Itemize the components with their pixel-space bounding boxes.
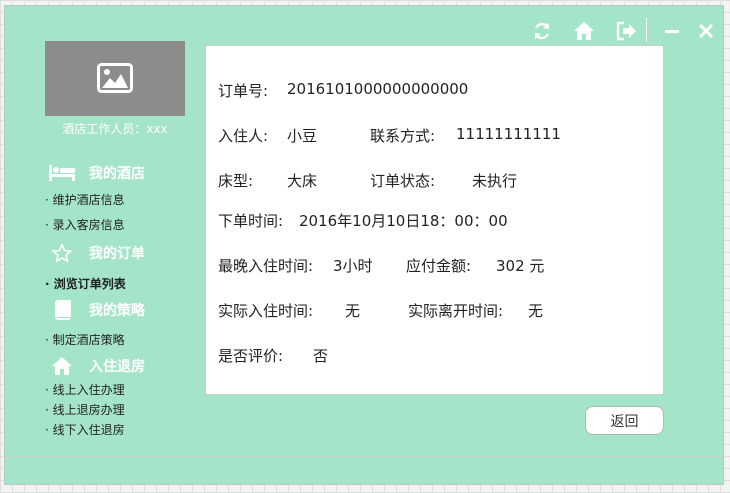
bed-type-label: 床型: <box>218 172 254 190</box>
order-status-label: 订单状态: <box>370 172 436 190</box>
amount-label: 应付金额: <box>406 257 472 275</box>
staff-label: 酒店工作人员：xxx <box>62 122 168 136</box>
bed-icon <box>49 163 75 183</box>
category-my-hotel[interactable]: 我的酒店 <box>49 163 145 183</box>
close-icon[interactable] <box>695 20 717 42</box>
latest-checkin-value: 3小时 <box>333 257 373 275</box>
image-placeholder-icon <box>97 63 133 93</box>
book-icon <box>49 300 75 320</box>
back-button[interactable]: 返回 <box>585 406 664 435</box>
menu-item-online-checkout[interactable]: · 线上退房办理 <box>45 401 125 418</box>
home-icon[interactable] <box>573 20 595 42</box>
guest-value: 小豆 <box>287 127 318 145</box>
bed-type-value: 大床 <box>287 172 318 190</box>
menu-item-browse-orders[interactable]: · 浏览订单列表 <box>45 275 126 292</box>
refresh-icon[interactable] <box>531 20 553 42</box>
category-my-strategy[interactable]: 我的策略 <box>49 300 145 320</box>
guest-label: 入住人: <box>218 127 269 145</box>
reviewed-value: 否 <box>313 347 329 365</box>
order-number-value: 2016101000000000000 <box>287 80 469 98</box>
minimize-icon[interactable] <box>661 20 683 42</box>
menu-item-enter-rooms[interactable]: · 录入客房信息 <box>45 216 125 233</box>
home-icon <box>49 356 75 376</box>
order-status-value: 未执行 <box>472 172 518 190</box>
actual-checkout-label: 实际离开时间: <box>408 302 504 320</box>
logout-icon[interactable] <box>615 20 637 42</box>
menu-item-maintain-hotel[interactable]: · 维护酒店信息 <box>45 191 125 208</box>
footer-divider <box>5 456 723 457</box>
category-label: 我的订单 <box>89 246 145 262</box>
star-icon <box>49 243 75 263</box>
actual-checkin-value: 无 <box>345 302 361 320</box>
contact-value: 11111111111 <box>456 125 561 143</box>
menu-item-make-strategy[interactable]: · 制定酒店策略 <box>45 331 125 348</box>
reviewed-label: 是否评价: <box>218 347 284 365</box>
order-time-value: 2016年10月10日18：00：00 <box>299 212 508 230</box>
category-label: 我的策略 <box>89 303 145 319</box>
app-window: 酒店工作人员：xxx 我的酒店 · 维护酒店信息 · 录入客房信息 我的订单 ·… <box>4 5 724 485</box>
category-checkin-checkout[interactable]: 入住退房 <box>49 356 145 376</box>
menu-item-online-checkin[interactable]: · 线上入住办理 <box>45 381 125 398</box>
category-label: 入住退房 <box>89 359 145 375</box>
actual-checkout-value: 无 <box>528 302 544 320</box>
order-detail-panel: 订单号: 2016101000000000000 入住人: 小豆 联系方式: 1… <box>205 45 664 395</box>
order-time-label: 下单时间: <box>218 212 284 230</box>
topbar-separator <box>646 18 647 42</box>
avatar <box>45 41 185 116</box>
category-label: 我的酒店 <box>89 166 145 182</box>
actual-checkin-label: 实际入住时间: <box>218 302 314 320</box>
order-number-label: 订单号: <box>218 82 269 100</box>
latest-checkin-label: 最晚入住时间: <box>218 257 314 275</box>
category-my-orders[interactable]: 我的订单 <box>49 243 145 263</box>
menu-item-offline-checkin-checkout[interactable]: · 线下入住退房 <box>45 421 125 438</box>
contact-label: 联系方式: <box>370 127 436 145</box>
amount-value: 302 元 <box>496 257 545 275</box>
